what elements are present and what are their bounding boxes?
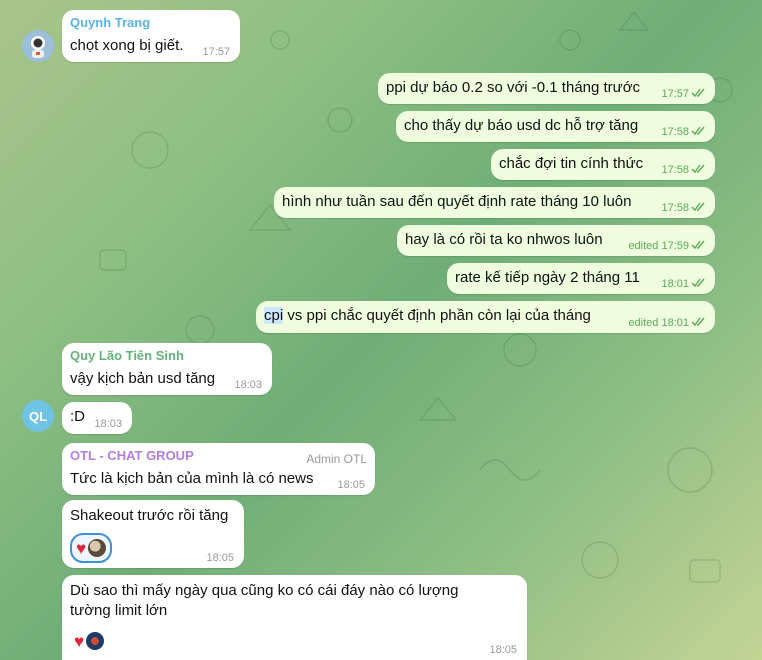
outgoing-message[interactable]: rate kế tiếp ngày 2 tháng 11 18:01 [447,263,715,294]
message-time: 17:57 [661,88,689,100]
reaction-chip[interactable]: ♥ [70,628,108,654]
outgoing-message[interactable]: cho thấy dự báo usd dc hỗ trợ tăng 17:58 [396,111,715,142]
double-check-icon [691,278,705,288]
message-text: hay là có rồi ta ko nhwos luôn [405,231,603,248]
message-time: 18:01 [661,278,689,290]
admin-role-badge: Admin OTL [306,452,367,466]
message-text: chắc đợi tin cính thức [499,155,644,172]
outgoing-message[interactable]: hay là có rồi ta ko nhwos luôn edited 17… [397,225,715,256]
message-bubble[interactable]: Quynh Trang chọt xong bị giết. 17:57 [62,10,240,62]
heart-reaction-icon: ♥ [76,538,87,558]
message-text: chọt xong bị giết. [70,37,184,54]
double-check-icon [691,202,705,212]
double-check-icon [691,88,705,98]
message-text: cpi vs ppi chắc quyết định phần còn lại … [264,306,591,326]
message-time: 17:57 [202,46,230,58]
double-check-icon [691,240,705,250]
message-text: Shakeout trước rồi tăng [70,507,229,524]
message-text: :D [70,408,85,425]
outgoing-message[interactable]: ppi dự báo 0.2 so với -0.1 tháng trước 1… [378,73,715,104]
highlighted-word[interactable]: cpi [264,307,284,324]
message-meta: 17:58 [661,201,705,215]
message-bubble[interactable]: :D 18:03 [62,402,132,434]
message-text: ppi dự báo 0.2 so với -0.1 tháng trước [386,79,641,96]
message-bubble[interactable]: Quy Lão Tiên Sinh vậy kịch bản usd tăng … [62,343,272,395]
message-time: 17:58 [661,126,689,138]
message-time: 18:05 [489,644,517,656]
message-meta: edited 17:59 [628,239,705,253]
sender-name[interactable]: Quynh Trang [70,15,150,31]
heart-reaction-icon: ♥ [74,631,85,651]
message-time: 18:03 [234,379,262,391]
message-meta: 18:01 [661,277,705,291]
outgoing-message[interactable]: chắc đợi tin cính thức 17:58 [491,149,715,180]
message-meta: 17:58 [661,163,705,177]
message-text: cho thấy dự báo usd dc hỗ trợ tăng [404,117,639,134]
message-text: Tức là kịch bản của mình là có news [70,470,314,487]
message-time: 17:58 [661,164,689,176]
avatar-ql[interactable]: QL [22,400,54,432]
outgoing-message[interactable]: cpi vs ppi chắc quyết định phần còn lại … [256,301,715,333]
double-check-icon [691,164,705,174]
message-text-rest: vs ppi chắc quyết định phần còn lại của … [283,307,591,324]
message-time: 18:03 [94,418,122,430]
message-bubble[interactable]: Shakeout trước rồi tăng ♥ 18:05 [62,500,244,568]
reactor-avatar [88,539,107,557]
astronaut-icon [22,30,54,62]
message-text: vậy kịch bản usd tăng [70,370,216,387]
message-time: edited 18:01 [628,317,689,329]
avatar-initials: QL [28,408,48,424]
message-time: 18:05 [337,479,365,491]
sender-name[interactable]: OTL - CHAT GROUP [70,448,194,464]
message-text: hình như tuần sau đến quyết định rate th… [282,193,632,210]
message-time: edited 17:59 [628,240,689,252]
double-check-icon [691,317,705,327]
message-meta: 17:57 [661,87,705,101]
message-bubble[interactable]: Dù sao thì mấy ngày qua cũng ko có cái đ… [62,575,527,660]
sender-name[interactable]: Quy Lão Tiên Sinh [70,348,184,364]
message-bubble[interactable]: OTL - CHAT GROUP Admin OTL Tức là kịch b… [62,443,375,495]
reactor-avatar [86,632,105,650]
message-time: 18:05 [206,552,234,564]
message-meta: edited 18:01 [628,316,705,330]
message-time: 17:58 [661,202,689,214]
outgoing-message[interactable]: hình như tuần sau đến quyết định rate th… [274,187,715,218]
reaction-chip[interactable]: ♥ [70,533,113,563]
avatar-quynh-trang[interactable] [22,30,54,62]
message-text-line: tường limit lớn [70,602,168,619]
message-text-line: Dù sao thì mấy ngày qua cũng ko có cái đ… [70,582,459,599]
double-check-icon [691,126,705,136]
message-meta: 17:58 [661,125,705,139]
message-text: rate kế tiếp ngày 2 tháng 11 [455,269,640,286]
